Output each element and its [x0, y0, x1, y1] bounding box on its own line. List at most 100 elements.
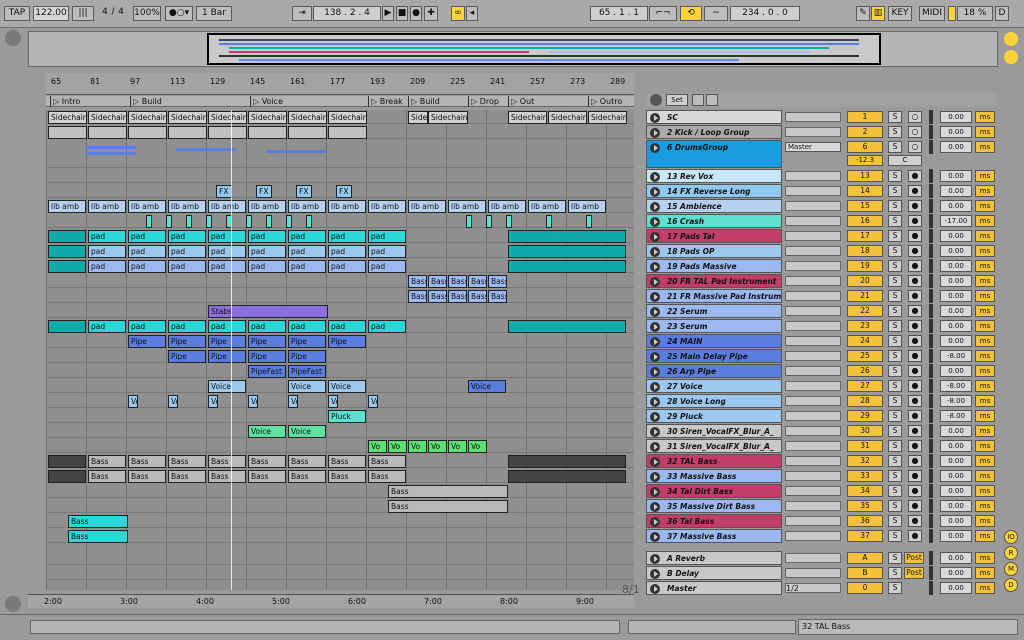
track-play-icon[interactable] — [650, 427, 660, 437]
track-activator[interactable]: 6 — [847, 141, 883, 153]
arm-button[interactable]: ● — [908, 200, 922, 212]
clip[interactable]: pad — [248, 260, 286, 273]
clip-slot[interactable] — [785, 553, 841, 563]
arm-button[interactable]: ● — [908, 455, 922, 467]
track-activator[interactable]: 19 — [847, 260, 883, 272]
return-activator[interactable]: 0 — [847, 582, 883, 594]
track-play-icon[interactable] — [650, 472, 660, 482]
arm-button[interactable]: ● — [908, 500, 922, 512]
track-lane[interactable] — [46, 424, 634, 438]
delay-toggle[interactable]: D — [1004, 578, 1018, 592]
clip[interactable]: FX — [256, 185, 272, 198]
clip[interactable] — [48, 320, 86, 333]
clip[interactable]: Pipe — [168, 350, 206, 363]
return-track-name[interactable]: A Reverb — [646, 551, 782, 565]
volume-field[interactable]: 0.00 — [940, 335, 972, 347]
clip[interactable]: pad — [368, 320, 406, 333]
clip[interactable]: pad — [288, 260, 326, 273]
track-activator[interactable]: 17 — [847, 230, 883, 242]
clip[interactable]: Sidechain — [508, 111, 547, 124]
clip[interactable] — [48, 126, 87, 139]
volume-field[interactable]: 0.00 — [940, 275, 972, 287]
arm-button[interactable]: ● — [908, 230, 922, 242]
arm-button[interactable]: ● — [908, 485, 922, 497]
clip[interactable] — [206, 215, 212, 228]
track-activator[interactable]: 27 — [847, 380, 883, 392]
clip[interactable] — [508, 245, 626, 258]
clip[interactable]: Vo — [388, 440, 407, 453]
track-activator[interactable]: 29 — [847, 410, 883, 422]
track-play-icon[interactable] — [650, 584, 660, 594]
clip-slot[interactable] — [785, 231, 841, 241]
clip[interactable]: Pipe — [328, 335, 366, 348]
clip[interactable]: Voice — [328, 380, 366, 393]
track-row[interactable]: 30 Siren_VocalFX_Blur_A_ 30 S ● 0.00 ms — [646, 424, 996, 438]
return-track-name[interactable]: B Delay — [646, 566, 782, 580]
clip[interactable]: Pipe — [208, 350, 246, 363]
track-activator[interactable]: 22 — [847, 305, 883, 317]
solo-button[interactable]: S — [888, 200, 902, 212]
solo-button[interactable]: S — [888, 126, 902, 138]
delay-unit-button[interactable]: ms — [975, 230, 995, 242]
clip[interactable]: Vo — [208, 395, 218, 408]
track-name[interactable]: 36 Tal Bass — [646, 514, 782, 528]
track-activator[interactable]: 31 — [847, 440, 883, 452]
track-activator[interactable]: 18 — [847, 245, 883, 257]
metronome-bars-icon[interactable]: ||| — [72, 6, 94, 21]
track-play-icon[interactable] — [650, 487, 660, 497]
arm-button[interactable]: ● — [908, 380, 922, 392]
overview-viewport[interactable] — [207, 33, 881, 65]
clip-slot[interactable] — [785, 531, 841, 541]
clip-slot[interactable] — [785, 291, 841, 301]
clip[interactable]: Sidechain — [48, 111, 87, 124]
tap-tempo-button[interactable]: TAP — [4, 6, 30, 21]
volume-field[interactable]: 0.00 — [940, 290, 972, 302]
track-play-icon[interactable] — [650, 277, 660, 287]
clip[interactable]: Bass — [128, 455, 166, 468]
clip-slot[interactable] — [785, 501, 841, 511]
track-play-icon[interactable] — [650, 442, 660, 452]
clip[interactable]: Vo — [288, 395, 298, 408]
clip[interactable]: pad — [248, 245, 286, 258]
play-button[interactable]: ▶ — [382, 6, 394, 21]
track-name[interactable]: 34 Tal Dirt Bass — [646, 484, 782, 498]
selected-track-indicator[interactable]: 32 TAL Bass — [798, 619, 1018, 635]
clip[interactable]: Bass — [208, 470, 246, 483]
clip[interactable]: Bass — [368, 470, 406, 483]
track-play-icon[interactable] — [650, 262, 660, 272]
delay-unit-button[interactable]: ms — [975, 111, 995, 123]
solo-button[interactable]: S — [888, 440, 902, 452]
volume-field[interactable]: 0.00 — [940, 552, 972, 564]
track-activator[interactable]: 2 — [847, 126, 883, 138]
track-activator[interactable]: 34 — [847, 485, 883, 497]
clip[interactable]: pad — [208, 230, 246, 243]
overdub-icon[interactable]: ∞ — [451, 6, 465, 21]
track-play-icon[interactable] — [650, 457, 660, 467]
clip[interactable]: pad — [328, 320, 366, 333]
clip-slot[interactable] — [785, 456, 841, 466]
clip[interactable] — [248, 126, 287, 139]
solo-button[interactable]: S — [888, 320, 902, 332]
delay-unit-button[interactable]: ms — [975, 552, 995, 564]
track-lane[interactable] — [46, 304, 634, 318]
locator-drop[interactable]: ▷ Drop — [468, 96, 499, 107]
track-name[interactable]: 2 Kick / Loop Group — [646, 125, 782, 139]
clip[interactable]: FX — [216, 185, 232, 198]
clip[interactable] — [288, 126, 327, 139]
track-row[interactable]: 28 Voice Long 28 S ● -8.00 ms — [646, 394, 996, 408]
solo-button[interactable]: S — [888, 500, 902, 512]
solo-button[interactable]: S — [888, 185, 902, 197]
track-name[interactable]: 30 Siren_VocalFX_Blur_A_ — [646, 424, 782, 438]
clip[interactable]: Bass — [488, 275, 507, 288]
clip[interactable]: Sidechain — [328, 111, 367, 124]
track-name[interactable]: 32 TAL Bass — [646, 454, 782, 468]
solo-button[interactable]: S — [888, 290, 902, 302]
track-play-icon[interactable] — [650, 337, 660, 347]
clip[interactable] — [306, 215, 312, 228]
add-locator-icon[interactable] — [650, 94, 662, 106]
locator-voice[interactable]: ▷ Voice — [250, 96, 283, 107]
clip[interactable] — [186, 215, 192, 228]
arm-button[interactable]: ● — [908, 305, 922, 317]
clip-slot[interactable] — [785, 366, 841, 376]
delay-unit-button[interactable]: ms — [975, 410, 995, 422]
